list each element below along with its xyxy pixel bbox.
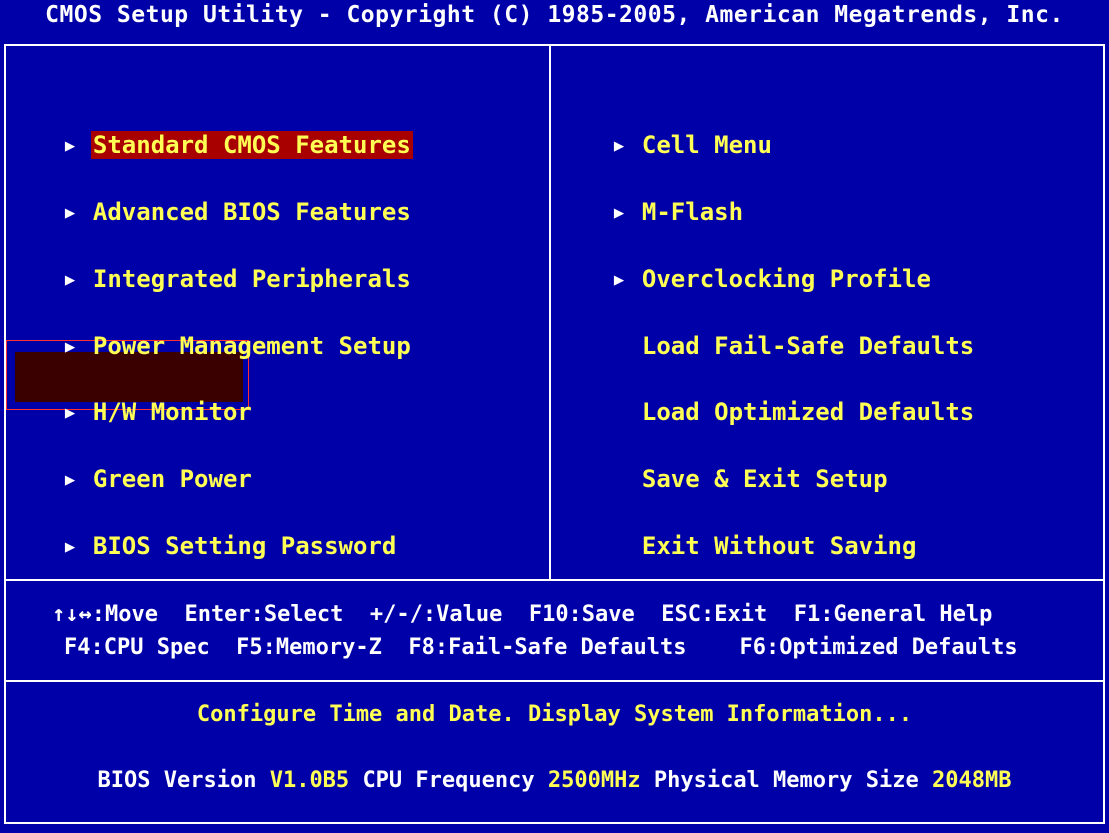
memory-size-label: Physical Memory Size	[653, 768, 919, 793]
menu-item-green-power[interactable]: ▶ Green Power	[36, 431, 254, 496]
menu-item-power-management-setup[interactable]: ▶ Power Management Setup	[36, 298, 413, 363]
menu-item-label: Save & Exit Setup	[641, 465, 888, 493]
item-description: Configure Time and Date. Display System …	[196, 702, 913, 727]
menu-item-exit-without-saving[interactable]: Exit Without Saving	[611, 498, 918, 562]
help-divider	[4, 579, 1105, 581]
cpu-frequency-label: CPU Frequency	[362, 768, 535, 793]
menu-item-load-optimized-defaults[interactable]: Load Optimized Defaults	[611, 364, 976, 428]
menu-item-label: BIOS Setting Password	[92, 532, 397, 560]
menu-item-save-exit-setup[interactable]: Save & Exit Setup	[611, 431, 890, 495]
menu-item-label: M-Flash	[641, 198, 744, 226]
system-info: BIOS Version V1.0B5 CPU Frequency 2500MH…	[0, 766, 1109, 796]
arrow-right-icon: ▶	[613, 136, 625, 156]
arrow-right-icon: ▶	[613, 203, 625, 223]
column-divider	[549, 44, 551, 580]
menu-item-label: Overclocking Profile	[641, 265, 931, 293]
menu-item-label: Power Management Setup	[92, 332, 411, 360]
menu-item-integrated-peripherals[interactable]: ▶ Integrated Peripherals	[36, 231, 413, 296]
menu-item-label: Exit Without Saving	[641, 532, 917, 560]
menu-item-cell-menu[interactable]: ▶ Cell Menu	[585, 97, 774, 162]
menu-item-label: Cell Menu	[641, 131, 772, 159]
menu-item-overclocking-profile[interactable]: ▶ Overclocking Profile	[585, 231, 933, 296]
arrow-right-icon: ▶	[64, 136, 76, 156]
bios-version-value: V1.0B5	[269, 768, 350, 793]
help-line-2: F4:CPU Spec F5:Memory-Z F8:Fail-Safe Def…	[64, 635, 1018, 660]
cpu-frequency-value: 2500MHz	[547, 768, 641, 793]
arrow-right-icon: ▶	[64, 403, 76, 423]
menu-item-label: Load Fail-Safe Defaults	[641, 332, 975, 360]
menu-item-label: Integrated Peripherals	[92, 265, 411, 293]
menu-item-bios-setting-password[interactable]: ▶ BIOS Setting Password	[36, 498, 398, 563]
memory-size-value: 2048MB	[932, 768, 1012, 793]
menu-item-load-fail-safe-defaults[interactable]: Load Fail-Safe Defaults	[611, 298, 976, 362]
menu-item-hw-monitor[interactable]: ▶ H/W Monitor	[36, 364, 254, 429]
menu-item-label: Advanced BIOS Features	[92, 198, 411, 226]
help-line-1: ↑↓↔:Move Enter:Select +/-/:Value F10:Sav…	[52, 602, 993, 627]
menu-item-m-flash[interactable]: ▶ M-Flash	[585, 164, 745, 229]
menu-item-label: Standard CMOS Features	[90, 131, 413, 159]
menu-item-standard-cmos-features[interactable]: ▶ Standard CMOS Features	[36, 97, 413, 162]
arrow-right-icon: ▶	[64, 270, 76, 290]
description-divider	[4, 680, 1105, 682]
bios-version-label: BIOS Version	[97, 768, 257, 793]
menu-item-label: Green Power	[92, 465, 252, 493]
window-title: CMOS Setup Utility - Copyright (C) 1985-…	[0, 0, 1109, 34]
menu-item-label: H/W Monitor	[92, 398, 252, 426]
arrow-right-icon: ▶	[64, 537, 76, 557]
menu-item-label: Load Optimized Defaults	[641, 398, 975, 426]
arrow-right-icon: ▶	[64, 470, 76, 490]
menu-item-advanced-bios-features[interactable]: ▶ Advanced BIOS Features	[36, 164, 413, 229]
arrow-right-icon: ▶	[64, 337, 76, 357]
arrow-right-icon: ▶	[64, 203, 76, 223]
arrow-right-icon: ▶	[613, 270, 625, 290]
